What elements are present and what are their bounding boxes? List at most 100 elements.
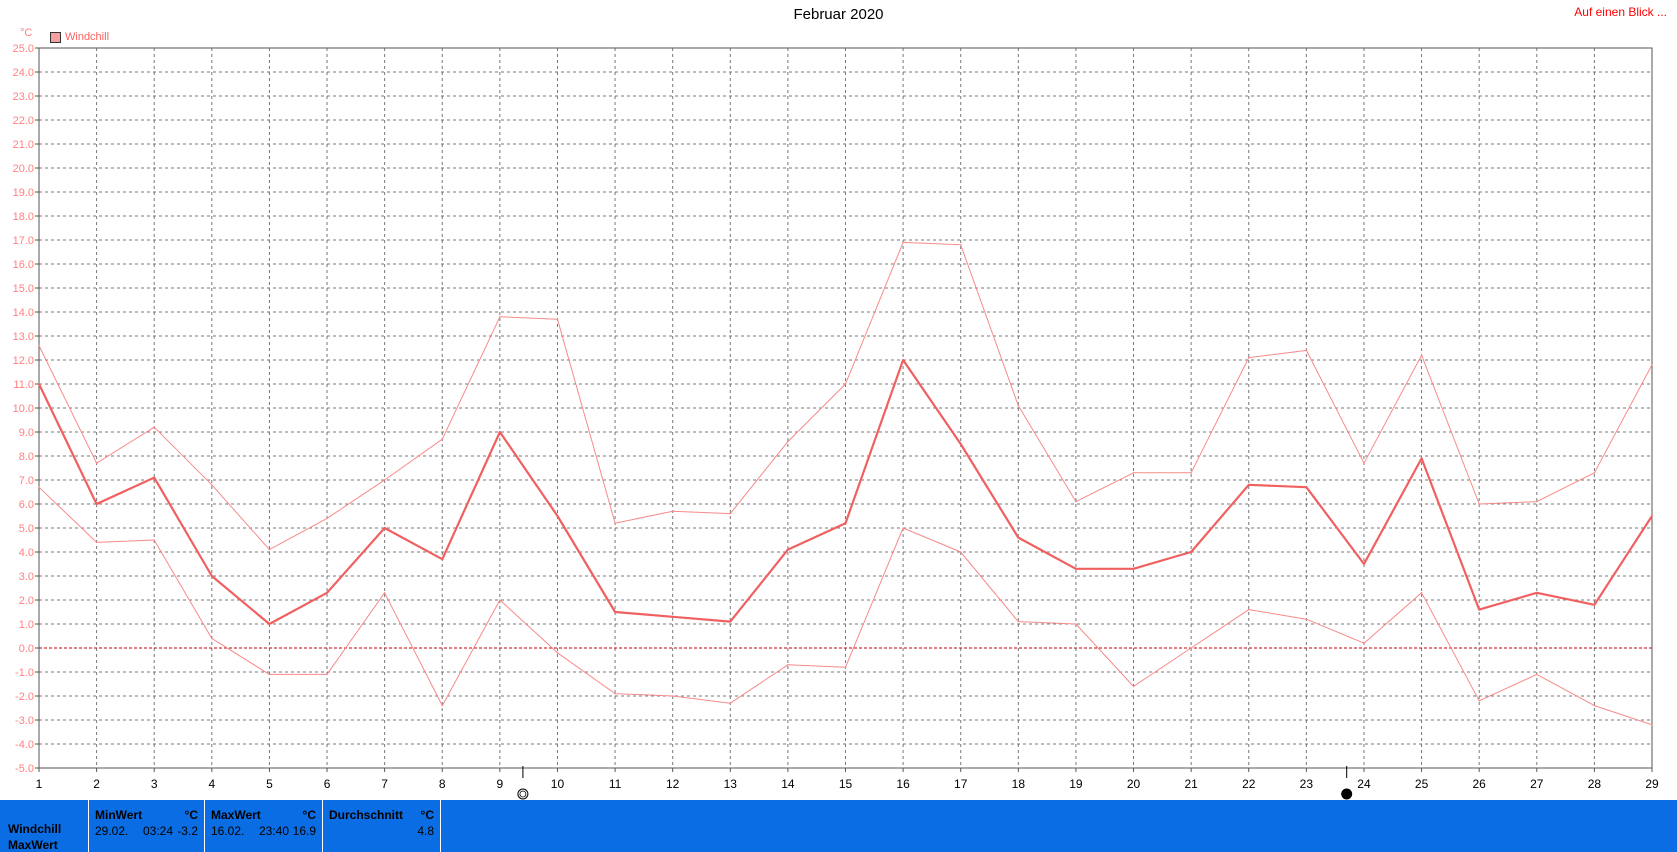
point-max: [499, 316, 501, 318]
x-tick-label: 20: [1127, 777, 1141, 791]
y-tick-label: 2.0: [19, 595, 34, 607]
y-tick-label: 15.0: [13, 283, 34, 295]
point-min: [1017, 620, 1020, 623]
point-max: [671, 510, 674, 512]
point-max: [844, 383, 847, 385]
point-min: [671, 695, 674, 697]
min-header: MinWert: [95, 808, 143, 822]
min-time: 03:24: [143, 824, 174, 838]
row-label-maxwert: MaxWert: [8, 838, 58, 852]
x-tick-label: 22: [1242, 777, 1256, 791]
point-avg: [1305, 486, 1308, 489]
point-min: [499, 599, 501, 601]
full-moon-icon: [517, 788, 529, 800]
point-avg: [1247, 484, 1250, 486]
point-max: [153, 426, 156, 429]
x-tick-label: 3: [151, 777, 158, 791]
x-tick-label: 29: [1645, 777, 1659, 791]
y-tick-label: 23.0: [13, 91, 34, 103]
point-min: [1247, 608, 1250, 611]
x-tick-label: 27: [1530, 777, 1544, 791]
y-tick-label: -4.0: [15, 739, 34, 751]
point-avg: [1017, 536, 1020, 539]
x-tick-label: 23: [1300, 777, 1314, 791]
point-avg: [614, 611, 616, 613]
x-tick-label: 21: [1184, 777, 1198, 791]
y-tick-label: 20.0: [13, 163, 34, 175]
stats-avg-cell: Durchschnitt °C 4.8: [323, 800, 441, 852]
point-min: [38, 486, 40, 489]
y-tick-label: 21.0: [13, 139, 34, 151]
point-min: [153, 539, 156, 541]
stats-min-cell: MinWert °C 29.02. 03:24 -3.2: [89, 800, 205, 852]
point-max: [1190, 472, 1192, 474]
point-min: [1535, 673, 1538, 676]
point-min: [268, 673, 271, 676]
row-label-windchill: Windchill: [8, 822, 62, 836]
x-tick-label: 6: [324, 777, 331, 791]
axes: [35, 47, 1653, 772]
y-tick-label: 4.0: [19, 547, 34, 559]
y-tick-label: 8.0: [19, 451, 34, 463]
avg-unit: °C: [420, 808, 434, 822]
avg-header: Durchschnitt: [329, 808, 404, 822]
point-max: [1363, 462, 1365, 465]
point-avg: [1478, 608, 1480, 611]
x-tick-label: 5: [266, 777, 273, 791]
point-max: [1017, 404, 1020, 407]
x-tick-label: 16: [896, 777, 910, 791]
y-tick-label: 3.0: [19, 571, 34, 583]
point-avg: [844, 522, 847, 524]
new-moon-icon: [1341, 788, 1353, 800]
x-tick-label: 19: [1069, 777, 1083, 791]
point-min: [1190, 647, 1192, 649]
point-min: [1075, 623, 1077, 625]
point-max: [787, 440, 789, 443]
point-avg: [1363, 563, 1365, 565]
max-unit: °C: [302, 808, 316, 822]
y-tick-label: 22.0: [13, 115, 34, 127]
x-tick-label: 1: [36, 777, 43, 791]
point-avg: [671, 616, 674, 618]
y-tick-label: 13.0: [13, 331, 34, 343]
point-avg: [959, 443, 962, 445]
point-max: [441, 438, 444, 441]
y-tick-label: 17.0: [13, 235, 34, 247]
grid: [39, 48, 1652, 768]
point-max: [211, 484, 213, 486]
point-max: [38, 344, 40, 347]
max-value: 16.9: [292, 824, 316, 838]
max-date: 16.02.: [211, 824, 245, 838]
stats-max-cell: MaxWert °C 16.02. 23:40 16.9: [205, 800, 323, 852]
x-tick-label: 14: [781, 777, 795, 791]
point-max: [556, 318, 559, 321]
point-max: [1420, 354, 1423, 357]
x-tick-label: 18: [1012, 777, 1026, 791]
point-avg: [787, 548, 789, 551]
point-min: [1593, 704, 1596, 707]
y-tick-label: -2.0: [15, 691, 34, 703]
point-max: [902, 241, 904, 244]
point-avg: [326, 592, 328, 594]
point-max: [1305, 349, 1308, 352]
point-max: [1132, 472, 1135, 474]
point-max: [95, 462, 98, 465]
point-min: [1305, 618, 1308, 620]
point-min: [902, 527, 904, 529]
y-tick-label: -1.0: [15, 667, 34, 679]
point-max: [268, 548, 271, 551]
point-max: [326, 517, 328, 520]
point-avg: [499, 431, 501, 433]
y-tick-label: 6.0: [19, 499, 34, 511]
x-tick-label: 25: [1415, 777, 1429, 791]
x-tick-label: 28: [1588, 777, 1602, 791]
x-tick-label: 2: [93, 777, 100, 791]
point-max: [959, 244, 962, 246]
point-avg: [1132, 568, 1135, 570]
moon-phases: [517, 766, 1353, 800]
point-min: [326, 673, 328, 676]
point-avg: [268, 623, 271, 625]
point-min: [383, 592, 386, 594]
x-tick-label: 10: [551, 777, 565, 791]
point-min: [556, 652, 559, 654]
